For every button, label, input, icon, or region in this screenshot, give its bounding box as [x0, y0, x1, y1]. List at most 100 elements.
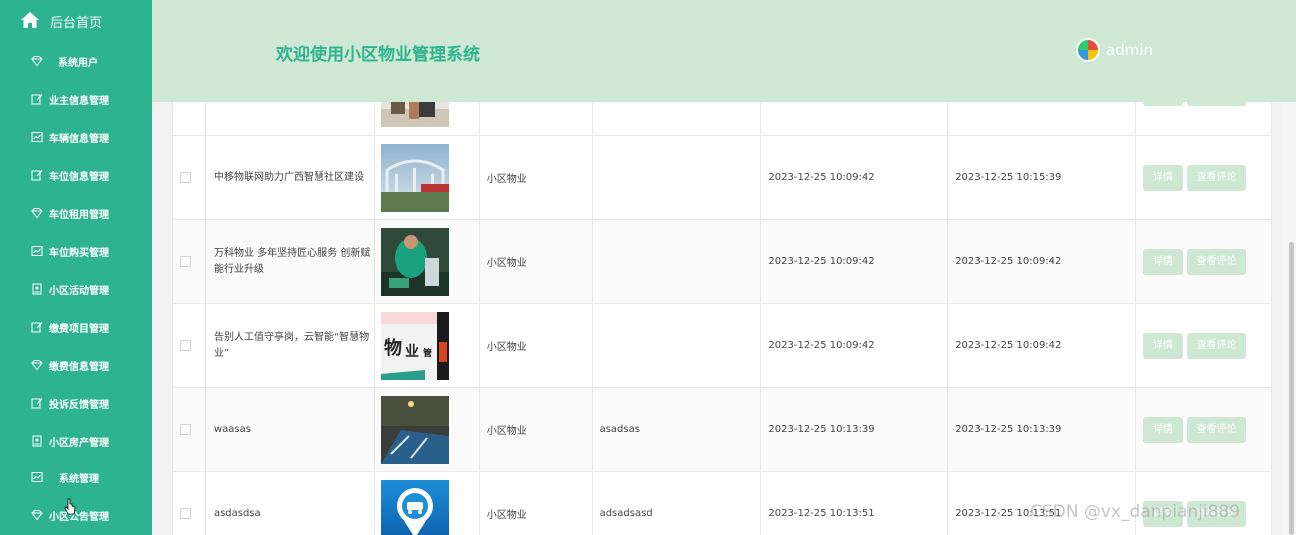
sidebar-item-label: 车位信息管理: [49, 171, 109, 183]
news-thumbnail: [380, 395, 479, 464]
view-comments-button[interactable]: 查看评论: [1186, 248, 1246, 275]
sidebar-item-label: 系统管理: [59, 473, 99, 485]
chart-icon: [31, 471, 43, 483]
table-row: 告别人工值守亭岗，云智能“智慧物业” 物业管小区物业 2023-12-25 10:0…: [172, 303, 1273, 388]
cell-updated: 2023-12-25 10:13:39: [947, 387, 1136, 472]
view-comments-button[interactable]: 查看评论: [1186, 416, 1246, 443]
row-checkbox[interactable]: [180, 424, 191, 435]
sidebar-item-4[interactable]: 车位信息管理: [0, 161, 152, 189]
cell-type: 小区物业: [478, 303, 593, 388]
cell-type: 小区物业: [478, 135, 593, 220]
view-comments-button[interactable]: 查看评论: [1186, 332, 1246, 359]
id-card-icon: [31, 283, 43, 295]
sidebar-home-label: 后台首页: [50, 16, 103, 31]
sidebar-item-13[interactable]: 小区公告管理: [0, 501, 152, 529]
sidebar-item-6[interactable]: 车位购买管理: [0, 237, 152, 265]
sidebar-home[interactable]: 后台首页: [0, 0, 152, 40]
sidebar-item-8[interactable]: 缴费项目管理: [0, 313, 152, 341]
news-table: 详情查看评论中移物联网助力广西智慧社区建设小区物业2023-12-25 10:0…: [172, 50, 1273, 535]
sidebar-item-11[interactable]: 小区房产管理: [0, 427, 152, 455]
cell-actions: 详情查看评论: [1134, 387, 1273, 472]
sidebar-item-label: 缴费项目管理: [49, 323, 109, 335]
cell-type: 小区物业: [478, 387, 593, 472]
row-checkbox[interactable]: [180, 508, 191, 519]
sidebar-item-5[interactable]: 车位租用管理: [0, 199, 152, 227]
cell-content: [591, 135, 762, 220]
news-thumbnail: 物业管: [380, 311, 479, 380]
sidebar-item-label: 车位租用管理: [49, 209, 109, 221]
detail-button[interactable]: 详情: [1142, 332, 1183, 359]
sidebar-item-7[interactable]: 小区活动管理: [0, 275, 152, 303]
id-card-icon: [31, 435, 43, 447]
sidebar-item-label: 小区房产管理: [49, 437, 109, 449]
sidebar-item-label: 业主信息管理: [49, 95, 109, 107]
svg-text:业: 业: [405, 344, 419, 360]
sidebar-item-9[interactable]: 缴费信息管理: [0, 351, 152, 379]
sidebar-item-label: 系统用户: [58, 57, 98, 69]
table-row: waasas 小区物业 asadsas 2023-12-25 10:13:39 2023…: [172, 387, 1273, 472]
detail-button[interactable]: 详情: [1142, 248, 1183, 275]
row-checkbox[interactable]: [180, 340, 191, 351]
avatar[interactable]: [1076, 38, 1100, 62]
cell-updated: 2023-12-25 10:15:39: [947, 135, 1136, 220]
sidebar-item-label: 小区公告管理: [49, 511, 109, 523]
sidebar-item-3[interactable]: 车辆信息管理: [0, 123, 152, 151]
sidebar-item-label: 小区活动管理: [49, 285, 109, 297]
sidebar-item-label: 车辆信息管理: [49, 133, 109, 145]
cell-content: [591, 303, 762, 388]
cell-content: [591, 219, 762, 304]
detail-button[interactable]: 详情: [1142, 416, 1183, 443]
sidebar-item-2[interactable]: 业主信息管理: [0, 85, 152, 113]
user-menu[interactable]: admin: [1076, 38, 1153, 62]
cell-image: 物业管: [373, 303, 480, 388]
news-thumbnail: [380, 143, 479, 212]
view-comments-button[interactable]: 查看评论: [1186, 164, 1246, 191]
row-checkbox[interactable]: [180, 256, 191, 267]
cell-image: [373, 387, 480, 472]
username: admin: [1106, 41, 1153, 59]
edit-icon: [31, 93, 43, 105]
cell-type: 小区物业: [478, 219, 593, 304]
sidebar-item-label: 投诉反馈管理: [49, 399, 109, 411]
page-title: 欢迎使用小区物业管理系统: [276, 45, 480, 65]
cell-created: 2023-12-25 10:09:42: [760, 135, 949, 220]
sidebar-item-12[interactable]: 系统管理: [0, 463, 152, 491]
svg-text:物: 物: [384, 337, 402, 359]
news-thumbnail: [380, 479, 479, 535]
cell-actions: 详情查看评论: [1134, 219, 1273, 304]
gem-icon: [31, 55, 43, 67]
cell-content: asadsas: [591, 387, 762, 472]
cell-content: adsadsasd: [591, 471, 762, 535]
cell-image: [373, 219, 480, 304]
cell-image: [373, 135, 480, 220]
table-row: 中移物联网助力广西智慧社区建设 小区物业 2023-12-25 10:09:42 20…: [172, 135, 1273, 220]
chart-icon: [31, 131, 43, 143]
cell-actions: 详情查看评论: [1134, 303, 1273, 388]
sidebar-item-1[interactable]: 系统用户: [0, 47, 152, 75]
home-icon: [21, 12, 39, 28]
sidebar-item-label: 缴费信息管理: [49, 361, 109, 373]
gem-icon: [31, 509, 43, 521]
cell-created: 2023-12-25 10:09:42: [760, 219, 949, 304]
watermark: CSDN @vx_danpianji889: [1030, 502, 1241, 522]
app-root: 详情查看评论中移物联网助力广西智慧社区建设小区物业2023-12-25 10:0…: [0, 0, 1296, 535]
cell-title: 中移物联网助力广西智慧社区建设: [204, 135, 375, 220]
chart-icon: [31, 245, 43, 257]
news-thumbnail: [380, 227, 479, 296]
table-row: 万科物业 多年坚持匠心服务 创新赋能行业升级 小区物业 2023-12-25 10:…: [172, 219, 1273, 304]
mouse-cursor-icon: [64, 498, 76, 515]
row-checkbox[interactable]: [180, 172, 191, 183]
cell-created: 2023-12-25 10:13:39: [760, 387, 949, 472]
cell-created: 2023-12-25 10:13:51: [760, 471, 949, 535]
cell-type: 小区物业: [478, 471, 593, 535]
scrollbar-thumb[interactable]: [1289, 242, 1294, 535]
cell-title: 告别人工值守亭岗，云智能“智慧物业”: [204, 303, 375, 388]
edit-icon: [31, 397, 43, 409]
sidebar-item-label: 车位购买管理: [49, 247, 109, 259]
cell-created: 2023-12-25 10:09:42: [760, 303, 949, 388]
detail-button[interactable]: 详情: [1142, 164, 1183, 191]
sidebar-item-10[interactable]: 投诉反馈管理: [0, 389, 152, 417]
cell-title: asdasdsa: [204, 471, 375, 535]
cell-title: waasas: [204, 387, 375, 472]
edit-icon: [31, 169, 43, 181]
